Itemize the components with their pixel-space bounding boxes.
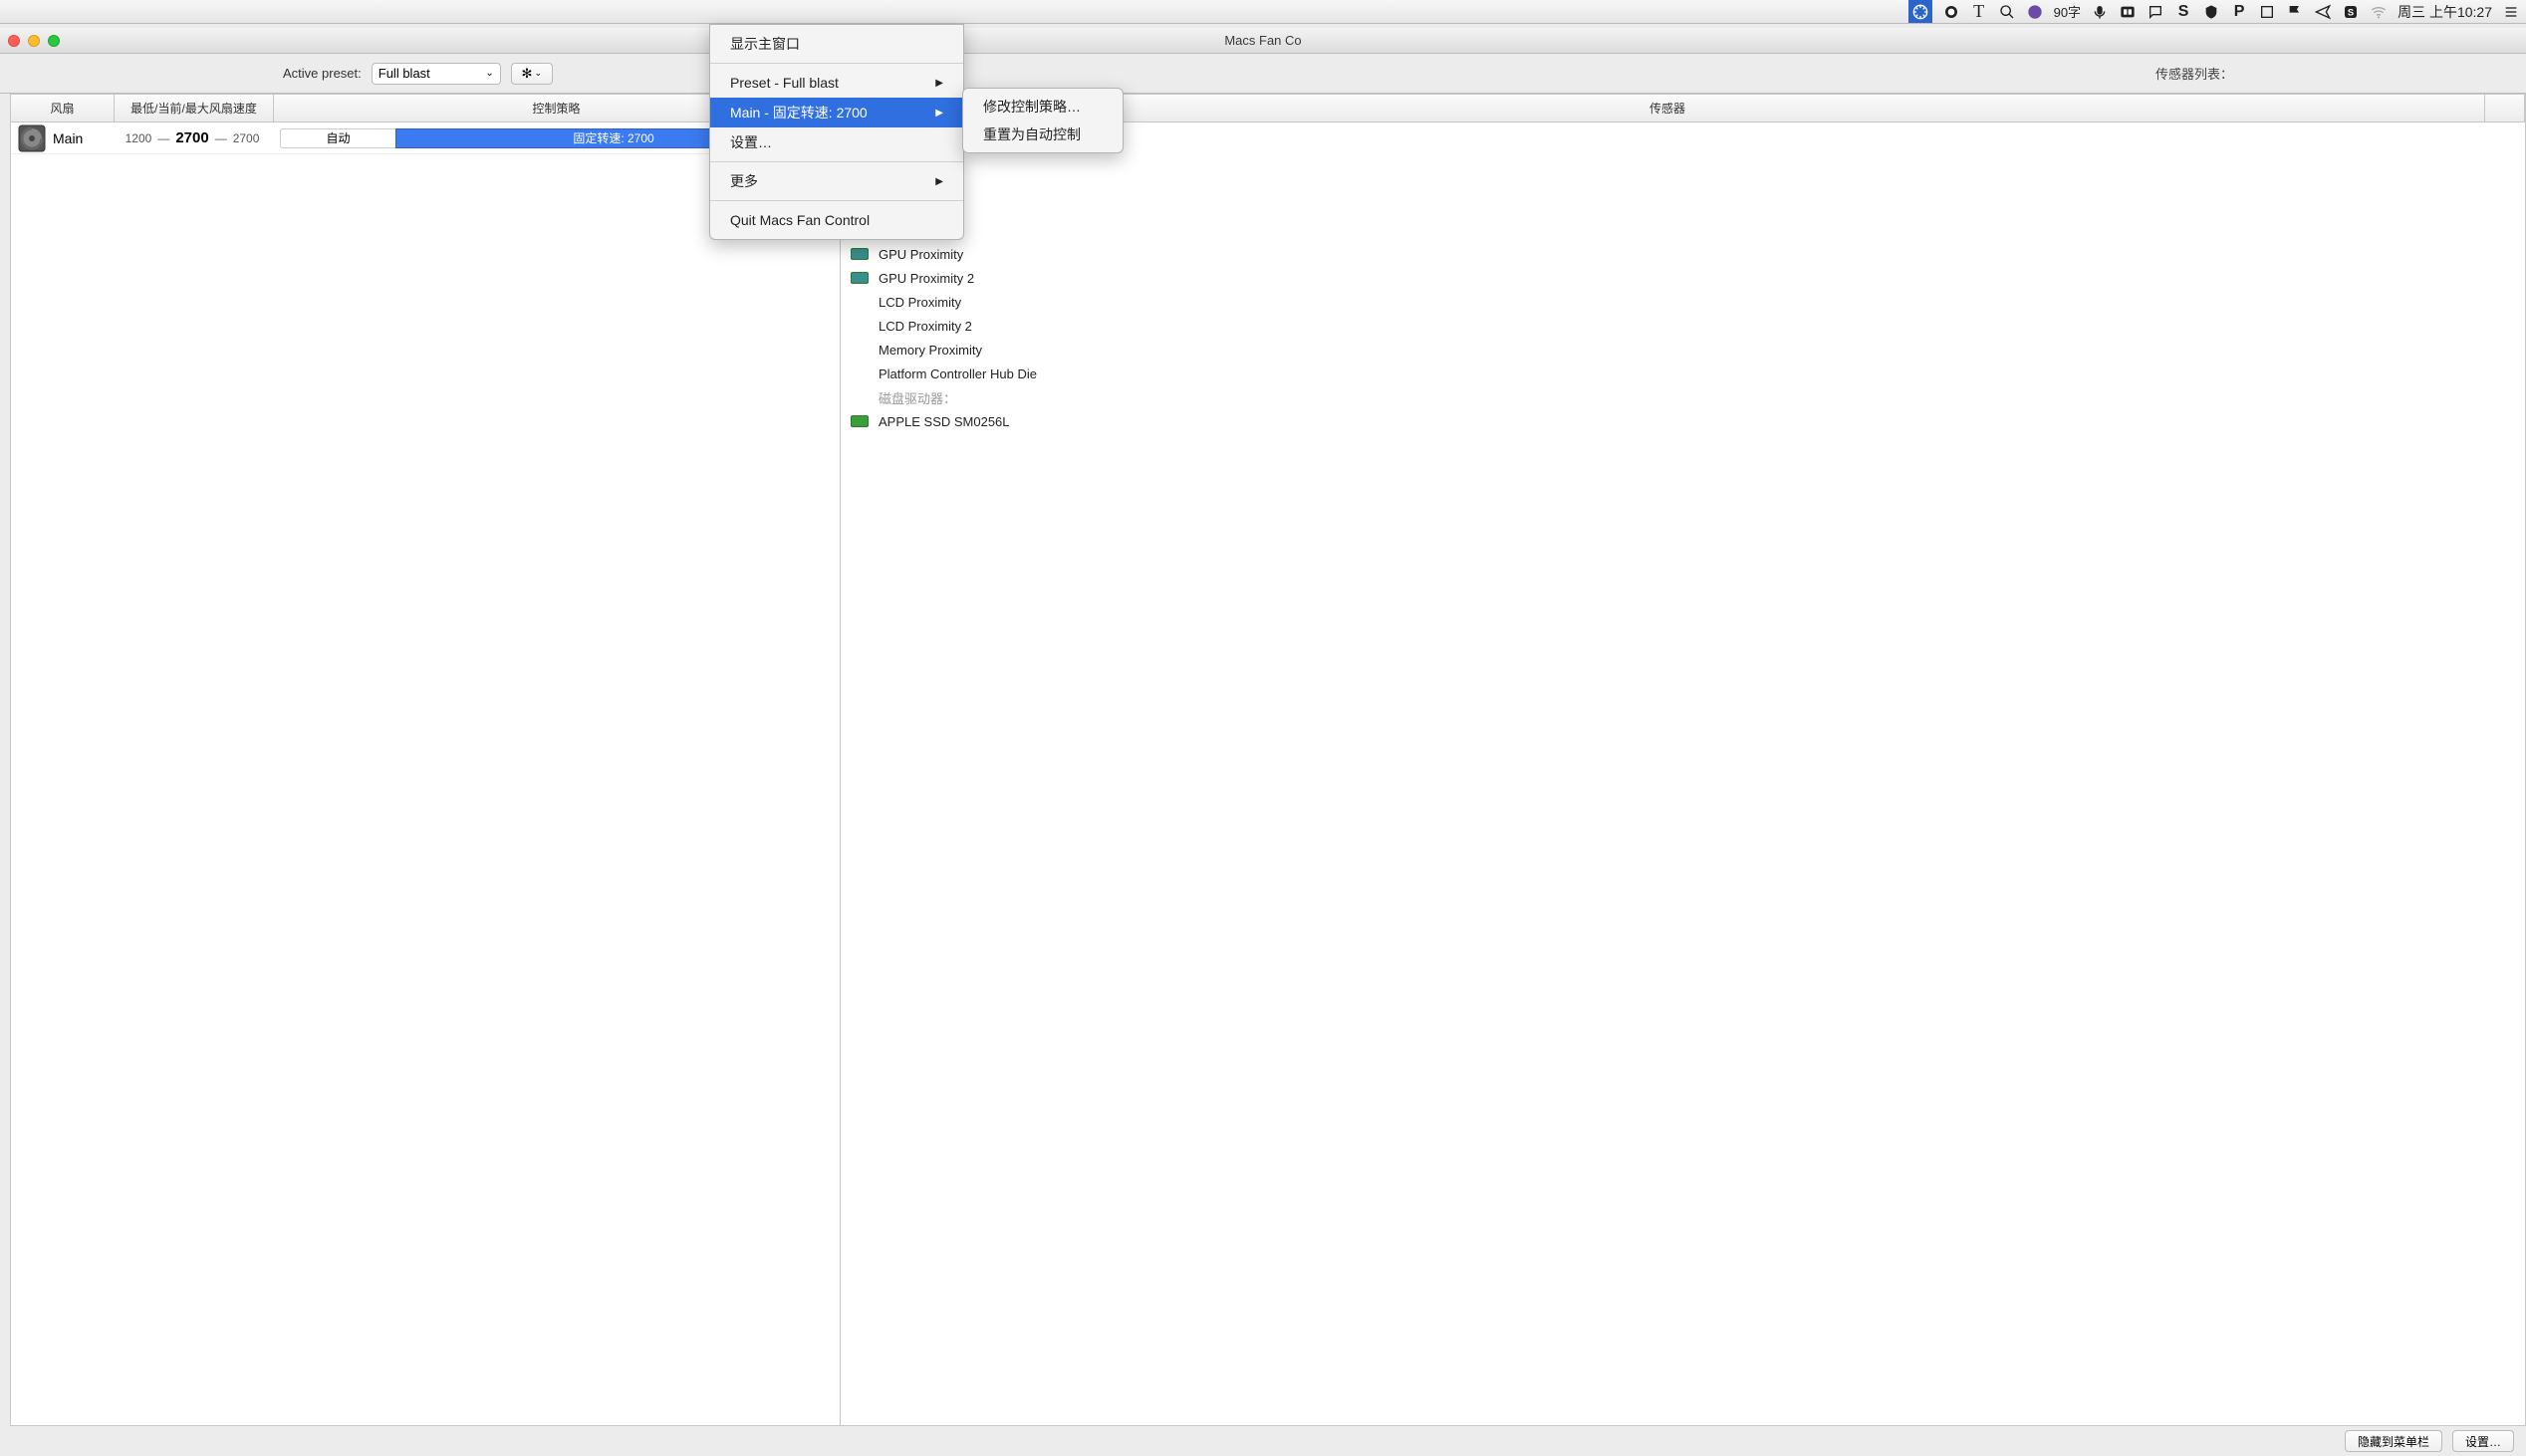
input-icon[interactable] — [2119, 0, 2137, 23]
shield-icon[interactable] — [2202, 0, 2220, 23]
chip-icon — [851, 415, 869, 427]
flag-icon[interactable] — [2286, 0, 2304, 23]
sensor-name: APPLE SSD SM0256L — [879, 414, 1010, 429]
chip-icon — [851, 272, 869, 284]
tray-menu: 显示主窗口 Preset - Full blast▶ Main - 固定转速: … — [709, 24, 964, 240]
fans-pane: 风扇 最低/当前/最大风扇速度 控制策略 Main 1200 — 2700 — … — [10, 94, 841, 1426]
toolbar: Active preset: Full blast ⌄ ✻ ⌄ 传感器列表： — [0, 54, 2526, 94]
headphones-icon[interactable] — [1942, 0, 1960, 23]
sensor-list[interactable]: CPU Core 4CPU PECICPU ProximityGPU Diode… — [841, 122, 2525, 1425]
chat-icon[interactable] — [2147, 0, 2164, 23]
sensor-row[interactable]: Memory Proximity — [841, 338, 2525, 362]
sensor-row[interactable]: LCD Proximity — [841, 290, 2525, 314]
close-button[interactable] — [8, 35, 20, 47]
text-icon[interactable]: T — [1970, 0, 1988, 23]
fan-menubar-icon[interactable] — [1908, 0, 1932, 23]
chevron-right-icon: ▶ — [935, 108, 943, 119]
sensor-name: LCD Proximity — [879, 295, 961, 310]
sensor-row[interactable]: CPU Proximity — [841, 170, 2525, 194]
search-icon[interactable] — [1998, 0, 2016, 23]
chip-icon — [851, 320, 869, 332]
square-icon[interactable] — [2258, 0, 2276, 23]
sensor-name: GPU Proximity 2 — [879, 271, 974, 286]
chevron-down-icon: ⌄ — [485, 68, 493, 79]
col-val[interactable] — [2485, 95, 2525, 121]
chevron-right-icon: ▶ — [935, 78, 943, 89]
sensor-name: GPU Proximity — [879, 247, 963, 262]
list-icon[interactable] — [2502, 0, 2520, 23]
sensor-row[interactable]: GPU Diode — [841, 194, 2525, 218]
menu-more[interactable]: 更多▶ — [710, 166, 963, 196]
app-window: Macs Fan Co Active preset: Full blast ⌄ … — [0, 28, 2526, 1456]
menu-settings[interactable]: 设置… — [710, 127, 963, 157]
submenu-reset[interactable]: 重置为自动控制 — [963, 121, 1123, 148]
fan-name: Main — [53, 130, 113, 146]
chip-icon — [851, 296, 869, 308]
mic-icon[interactable] — [2091, 0, 2109, 23]
purple-app-icon[interactable] — [2026, 0, 2044, 23]
sensors-pane: 传感器 CPU Core 4CPU PECICPU ProximityGPU D… — [841, 94, 2526, 1426]
menu-separator — [710, 63, 963, 64]
sensor-row[interactable]: LCD Proximity 2 — [841, 314, 2525, 338]
col-fan[interactable]: 风扇 — [11, 95, 115, 121]
window-title: Macs Fan Co — [1224, 33, 1301, 48]
preset-select[interactable]: Full blast ⌄ — [372, 63, 501, 85]
send-icon[interactable] — [2314, 0, 2332, 23]
bottom-bar: 隐藏到菜单栏 设置… — [0, 1426, 2526, 1456]
sensor-row[interactable]: GPU PECI — [841, 218, 2525, 242]
gear-dropdown-button[interactable]: ✻ ⌄ — [511, 63, 553, 85]
sensor-row[interactable]: GPU Proximity 2 — [841, 266, 2525, 290]
chip-icon — [851, 344, 869, 356]
sensor-name: Memory Proximity — [879, 343, 982, 358]
p-icon[interactable]: P — [2230, 0, 2248, 23]
menu-separator — [710, 200, 963, 201]
sensor-row[interactable]: Platform Controller Hub Die — [841, 362, 2525, 385]
content: 风扇 最低/当前/最大风扇速度 控制策略 Main 1200 — 2700 — … — [0, 94, 2526, 1426]
svg-text:S: S — [2348, 7, 2354, 17]
menubar: T 90字 S P S 周三 上午10:27 — [0, 0, 2526, 24]
fan-icon — [17, 123, 47, 153]
sensor-list-label: 传感器列表： — [2155, 64, 2233, 83]
minimize-button[interactable] — [28, 35, 40, 47]
submenu-modify[interactable]: 修改控制策略… — [963, 93, 1123, 121]
settings-button[interactable]: 设置… — [2452, 1430, 2514, 1452]
disk-section-header: 磁盘驱动器： — [841, 385, 2525, 409]
word-count-indicator[interactable]: 90字 — [2054, 0, 2081, 23]
hide-to-menubar-button[interactable]: 隐藏到菜单栏 — [2345, 1430, 2442, 1452]
s-icon[interactable]: S — [2174, 0, 2192, 23]
menu-preset[interactable]: Preset - Full blast▶ — [710, 68, 963, 98]
sensor-name: LCD Proximity 2 — [879, 319, 972, 334]
menu-show-main[interactable]: 显示主窗口 — [710, 29, 963, 59]
traffic-lights — [8, 35, 60, 47]
chip-icon — [851, 367, 869, 379]
zoom-button[interactable] — [48, 35, 60, 47]
gear-icon: ✻ — [522, 66, 533, 82]
menu-main-fixed[interactable]: Main - 固定转速: 2700▶ — [710, 98, 963, 127]
chevron-down-icon: ⌄ — [534, 68, 542, 79]
chevron-right-icon: ▶ — [935, 176, 943, 187]
auto-segment[interactable]: 自动 — [280, 128, 395, 148]
fan-speed: 1200 — 2700 — 2700 — [113, 129, 272, 146]
menu-separator — [710, 161, 963, 162]
titlebar[interactable]: Macs Fan Co — [0, 28, 2526, 54]
tray-submenu: 修改控制策略… 重置为自动控制 — [962, 88, 1124, 153]
s-box-icon[interactable]: S — [2342, 0, 2360, 23]
sensor-name: Platform Controller Hub Die — [879, 366, 1037, 381]
preset-value: Full blast — [379, 66, 430, 81]
active-preset-label: Active preset: — [283, 66, 362, 81]
menu-quit[interactable]: Quit Macs Fan Control — [710, 205, 963, 235]
sensor-row[interactable]: GPU Proximity — [841, 242, 2525, 266]
wifi-icon[interactable] — [2370, 0, 2388, 23]
sensor-row[interactable]: APPLE SSD SM0256L — [841, 409, 2525, 433]
clock[interactable]: 周三 上午10:27 — [2398, 0, 2492, 23]
chip-icon — [851, 248, 869, 260]
col-speed[interactable]: 最低/当前/最大风扇速度 — [115, 95, 274, 121]
